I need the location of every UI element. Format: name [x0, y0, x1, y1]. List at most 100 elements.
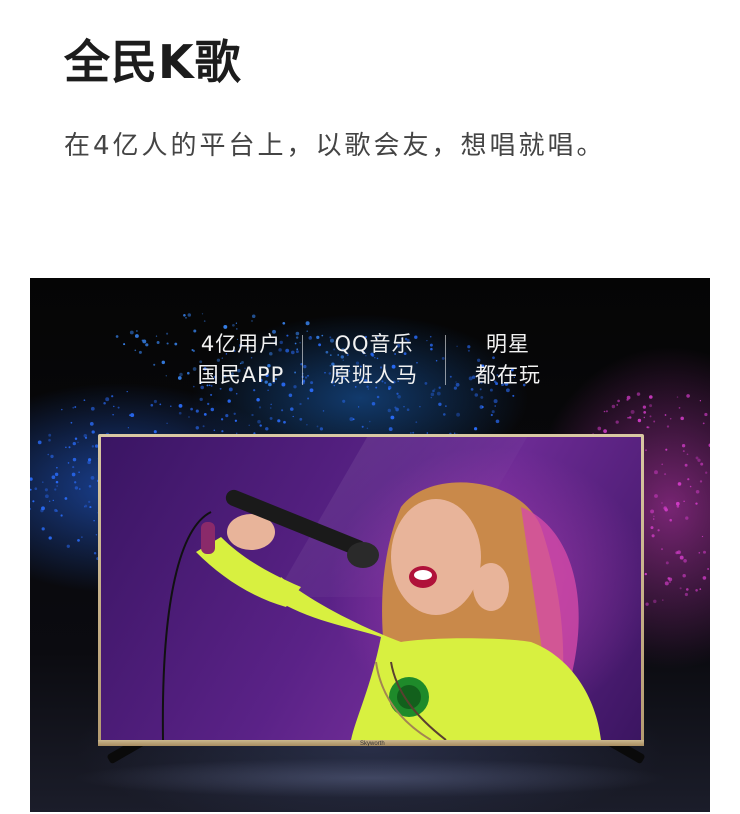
powder-speck: [474, 427, 478, 431]
powder-speck: [195, 426, 200, 430]
powder-speck: [675, 551, 679, 555]
powder-speck: [93, 519, 95, 522]
powder-speck: [281, 409, 284, 412]
powder-speck: [701, 535, 704, 538]
powder-speck: [166, 332, 169, 335]
powder-speck: [702, 422, 705, 425]
powder-speck: [40, 508, 44, 513]
powder-speck: [316, 425, 319, 428]
powder-speck: [643, 411, 647, 414]
powder-speck: [666, 425, 670, 428]
powder-speck: [232, 323, 235, 327]
powder-speck: [77, 539, 80, 542]
powder-speck: [651, 534, 655, 538]
powder-speck: [47, 453, 49, 456]
floor-reflection: [70, 758, 670, 798]
powder-speck: [112, 414, 114, 416]
powder-speck: [683, 500, 685, 503]
powder-speck: [689, 485, 692, 488]
powder-speck: [259, 424, 262, 427]
powder-speck: [56, 466, 58, 469]
powder-speck: [67, 462, 70, 464]
powder-speck: [138, 350, 142, 354]
powder-speck: [265, 427, 269, 431]
powder-speck: [438, 402, 442, 407]
powder-speck: [628, 416, 632, 419]
powder-speck: [220, 418, 224, 421]
powder-speck: [361, 425, 364, 428]
powder-speck: [34, 487, 38, 491]
powder-speck: [299, 402, 302, 406]
powder-speck: [491, 410, 495, 414]
powder-speck: [649, 404, 653, 408]
powder-speck: [288, 393, 293, 398]
powder-speck: [105, 397, 110, 402]
powder-speck: [695, 589, 698, 592]
powder-speck: [369, 420, 371, 423]
feature-highlights: 4亿用户 国民APP QQ音乐 原班人马 明星 都在玩: [180, 330, 570, 390]
powder-speck: [91, 430, 95, 434]
powder-speck: [48, 438, 51, 442]
powder-speck: [684, 592, 688, 597]
powder-speck: [396, 392, 399, 395]
powder-speck: [81, 536, 83, 538]
powder-speck: [207, 402, 210, 406]
powder-speck: [702, 576, 707, 580]
powder-speck: [698, 552, 701, 554]
product-banner-image: 4亿用户 国民APP QQ音乐 原班人马 明星 都在玩 Skyworth: [30, 278, 710, 812]
powder-speck: [654, 494, 658, 498]
powder-speck: [699, 480, 703, 483]
powder-speck: [74, 481, 77, 484]
powder-speck: [187, 313, 192, 317]
powder-speck: [155, 335, 158, 337]
powder-speck: [292, 415, 294, 418]
powder-speck: [664, 473, 667, 476]
powder-speck: [654, 470, 658, 475]
powder-speck: [403, 405, 405, 408]
powder-speck: [178, 411, 182, 415]
powder-speck: [395, 407, 399, 412]
powder-speck: [201, 313, 204, 315]
powder-speck: [166, 422, 168, 425]
powder-speck: [682, 573, 686, 578]
powder-speck: [290, 407, 294, 411]
feature-users-line1: 4亿用户: [200, 332, 282, 356]
powder-speck: [90, 406, 95, 411]
powder-speck: [145, 343, 149, 347]
powder-speck: [652, 518, 655, 520]
powder-speck: [235, 392, 238, 395]
powder-speck: [645, 602, 649, 606]
powder-speck: [235, 322, 238, 324]
powder-speck: [474, 393, 479, 397]
powder-speck: [45, 494, 49, 499]
powder-speck: [83, 434, 88, 438]
feature-stars-line1: 明星: [486, 332, 530, 356]
powder-speck: [695, 490, 700, 494]
powder-speck: [251, 314, 256, 319]
powder-speck: [72, 466, 75, 469]
powder-speck: [611, 404, 616, 409]
powder-speck: [480, 395, 484, 399]
powder-speck: [188, 416, 190, 418]
powder-speck: [256, 398, 260, 402]
powder-speck: [150, 403, 154, 407]
powder-speck: [627, 416, 629, 419]
feature-qq-music-line1: QQ音乐: [334, 332, 414, 356]
powder-speck: [258, 406, 262, 409]
feature-users-line2: 国民APP: [197, 363, 285, 387]
powder-speck: [637, 418, 642, 423]
page-description: 在4亿人的平台上，以歌会友，想唱就唱。: [64, 131, 606, 161]
powder-speck: [669, 518, 672, 522]
powder-speck: [185, 317, 187, 319]
powder-speck: [134, 334, 139, 338]
powder-speck: [678, 407, 681, 409]
powder-speck: [282, 321, 286, 325]
powder-speck: [430, 396, 433, 399]
feature-stars-line2: 都在玩: [475, 363, 541, 387]
powder-speck: [89, 506, 92, 509]
powder-speck: [159, 403, 162, 406]
powder-speck: [306, 423, 308, 426]
powder-speck: [636, 392, 641, 396]
powder-speck: [74, 437, 78, 441]
powder-speck: [695, 502, 698, 505]
